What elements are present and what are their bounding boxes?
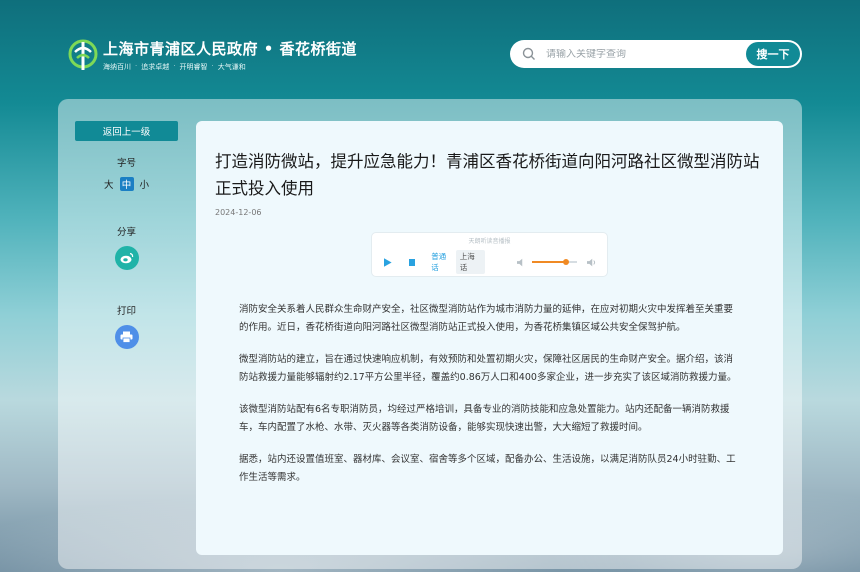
weibo-share-button[interactable] — [114, 246, 139, 270]
printer-icon — [120, 331, 133, 343]
article-title: 打造消防微站，提升应急能力！青浦区香花桥街道向阳河路社区微型消防站正式投入使用 — [215, 152, 760, 198]
article-paragraph: 消防安全关系着人民群众生命财产安全，社区微型消防站作为城市消防力量的延伸，在应对… — [239, 304, 734, 333]
article-paragraph: 微型消防站的建立，旨在通过快速响应机制，有效预防和处置初期火灾，保障社区居民的生… — [239, 354, 737, 383]
article-paragraph: 该微型消防站配有6名专职消防员，均经过严格培训，具备专业的消防技能和应急处置能力… — [239, 404, 730, 433]
slogan-separator: · — [173, 62, 176, 70]
audio-player: 天朗听读音播报 普通话 上海话 — [371, 232, 608, 277]
slogan-item: 追求卓越 — [141, 63, 170, 71]
slogan-separator: · — [135, 62, 138, 70]
site-slogan: 海纳百川 · 追求卓越 · 开明睿智 · 大气谦和 — [103, 62, 246, 72]
player-controls: 普通话 上海话 — [384, 250, 597, 274]
lang-shanghai-option[interactable]: 上海话 — [455, 250, 486, 274]
font-size-medium[interactable]: 中 — [119, 177, 134, 191]
lang-mandarin-option[interactable]: 普通话 — [431, 251, 452, 273]
slogan-separator: · — [211, 62, 214, 70]
back-button[interactable]: 返回上一级 — [75, 121, 178, 141]
volume-fill — [531, 261, 567, 263]
slogan-item: 大气谦和 — [217, 63, 246, 71]
search-bar: 搜一下 — [510, 40, 802, 68]
stop-icon[interactable] — [408, 258, 416, 266]
volume-knob[interactable] — [563, 259, 570, 265]
volume-icon[interactable] — [517, 258, 526, 267]
player-title: 天朗听读音播报 — [468, 238, 511, 245]
share-label: 分享 — [116, 227, 136, 238]
print-label: 打印 — [116, 306, 136, 317]
slogan-item: 开明睿智 — [179, 63, 208, 71]
search-button[interactable]: 搜一下 — [746, 42, 800, 66]
volume-slider[interactable] — [531, 259, 578, 265]
sidebar: 返回上一级 字号 大 中 小 分享 打印 — [75, 121, 178, 349]
play-icon[interactable] — [384, 257, 392, 267]
font-size-selector: 大 中 小 — [75, 177, 178, 191]
government-logo-icon — [68, 39, 98, 70]
print-button[interactable] — [114, 325, 139, 349]
font-size-large[interactable]: 大 — [104, 177, 114, 191]
search-input[interactable] — [546, 48, 726, 60]
weibo-icon — [120, 252, 133, 264]
slogan-item: 海纳百川 — [103, 63, 131, 71]
search-icon — [522, 47, 535, 60]
article-date: 2024-12-06 — [215, 208, 262, 217]
font-size-label: 字号 — [116, 158, 136, 169]
volume-max-icon[interactable] — [587, 258, 597, 267]
article-body: 消防安全关系着人民群众生命财产安全，社区微型消防站作为城市消防力量的延伸，在应对… — [239, 301, 739, 501]
font-size-small[interactable]: 小 — [140, 177, 150, 191]
site-title: 上海市青浦区人民政府 • 香花桥街道 — [103, 40, 358, 58]
article-paragraph: 据悉，站内还设置值班室、器材库、会议室、宿舍等多个区域，配备办公、生活设施，以满… — [239, 454, 736, 483]
article-card: 打造消防微站，提升应急能力！青浦区香花桥街道向阳河路社区微型消防站正式投入使用 … — [196, 121, 783, 555]
